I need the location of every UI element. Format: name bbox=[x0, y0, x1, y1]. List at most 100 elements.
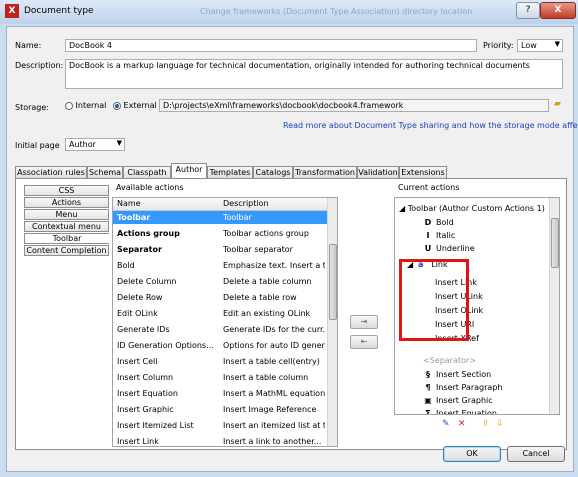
priority-value: Low bbox=[521, 41, 537, 50]
table-row[interactable]: Separator Toolbar separator bbox=[113, 243, 327, 256]
insert-icon: ▣ bbox=[424, 396, 432, 405]
row-name: Delete Column bbox=[117, 277, 177, 286]
folder-icon[interactable]: ▰ bbox=[554, 99, 561, 109]
tree-node-separator[interactable]: <Separator> bbox=[423, 354, 476, 367]
scrollbar-thumb[interactable] bbox=[551, 218, 559, 268]
edit-icon[interactable]: ✎ bbox=[442, 419, 450, 429]
tree-item[interactable]: I Italic bbox=[423, 229, 456, 242]
storage-external-label: External bbox=[123, 101, 157, 110]
tree-item[interactable]: Σ Insert Equation bbox=[423, 407, 497, 415]
tree-item[interactable]: ▣ Insert Graphic bbox=[423, 394, 493, 407]
window-title: Document type bbox=[24, 6, 94, 16]
side-item-menu[interactable]: Menu bbox=[24, 209, 109, 220]
row-description: Emphasize text. Insert a t... bbox=[223, 261, 325, 270]
storage-external-radio[interactable]: External bbox=[113, 101, 157, 110]
tree-item-label: Insert Section bbox=[436, 370, 492, 379]
tab-author[interactable]: Author bbox=[171, 163, 207, 178]
storage-path-field[interactable]: D:\projects\eXml\frameworks\docbook\docb… bbox=[159, 99, 549, 112]
radio-off-icon bbox=[65, 101, 73, 110]
row-name: Insert Cell bbox=[117, 357, 158, 366]
tab-schema[interactable]: Schema bbox=[87, 166, 123, 178]
tree-item[interactable]: § Insert Section bbox=[423, 368, 491, 381]
side-item-actions[interactable]: Actions bbox=[24, 197, 109, 208]
row-name: Generate IDs bbox=[117, 325, 170, 334]
table-row[interactable]: Insert Cell Insert a table cell(entry) bbox=[113, 355, 327, 368]
side-item-toolbar[interactable]: Toolbar bbox=[24, 233, 109, 244]
table-row[interactable]: Actions group Toolbar actions group bbox=[113, 227, 327, 240]
remove-action-button[interactable]: ⇤ bbox=[350, 335, 378, 349]
tab-transformation[interactable]: Transformation bbox=[293, 166, 357, 178]
table-row[interactable]: ID Generation Options... Options for auto… bbox=[113, 339, 327, 352]
table-row[interactable]: Generate IDs Generate IDs for the curr... bbox=[113, 323, 327, 336]
tree-item-label: Bold bbox=[436, 218, 454, 227]
tab-extensions[interactable]: Extensions bbox=[399, 166, 447, 178]
storage-internal-radio[interactable]: Internal bbox=[65, 101, 106, 110]
tree-node-toolbar[interactable]: ◢ Toolbar (Author Custom Actions 1) bbox=[399, 202, 545, 215]
side-item-contextual-menu[interactable]: Contextual menu bbox=[24, 221, 109, 232]
insert-icon: Σ bbox=[425, 409, 431, 415]
format-icon: D bbox=[424, 218, 432, 227]
available-actions-table[interactable]: Name Description Toolbar Toolbar Actions g… bbox=[112, 197, 338, 447]
available-scrollbar[interactable] bbox=[327, 198, 337, 446]
cancel-button[interactable]: Cancel bbox=[507, 446, 565, 462]
close-button[interactable]: X bbox=[540, 2, 576, 19]
row-description: Insert a link to another... bbox=[223, 437, 322, 446]
scrollbar-thumb[interactable] bbox=[329, 244, 337, 320]
row-description: Delete a table column bbox=[223, 277, 312, 286]
row-name: Edit OLink bbox=[117, 309, 158, 318]
table-row[interactable]: Delete Row Delete a table row bbox=[113, 291, 327, 304]
tree-item-label: Italic bbox=[436, 231, 456, 240]
help-button[interactable]: ? bbox=[516, 2, 540, 19]
delete-icon[interactable]: ✕ bbox=[458, 419, 466, 429]
tree-item[interactable]: D Bold bbox=[423, 216, 454, 229]
tab-catalogs[interactable]: Catalogs bbox=[253, 166, 293, 178]
column-header-name[interactable]: Name bbox=[117, 199, 141, 208]
move-down-icon[interactable]: ⇩ bbox=[496, 419, 504, 429]
background-window-title: Change frameworks (Document Type Associa… bbox=[200, 7, 473, 16]
table-row[interactable]: Insert Graphic Insert Image Reference bbox=[113, 403, 327, 416]
table-row[interactable]: Insert Link Insert a link to another... bbox=[113, 435, 327, 446]
side-item-css[interactable]: CSS bbox=[24, 185, 109, 196]
tab-validation[interactable]: Validation bbox=[357, 166, 399, 178]
table-row[interactable]: Insert Column Insert a table column bbox=[113, 371, 327, 384]
tree-item[interactable]: ¶ Insert Paragraph bbox=[423, 381, 502, 394]
chevron-down-icon: ▼ bbox=[116, 139, 122, 147]
tab-classpath[interactable]: Classpath bbox=[123, 166, 171, 178]
collapse-icon[interactable]: ◢ bbox=[399, 204, 405, 213]
highlight-box bbox=[399, 259, 469, 341]
ok-button[interactable]: OK bbox=[443, 446, 501, 462]
tree-item-label: Underline bbox=[436, 244, 475, 253]
format-icon: U bbox=[424, 244, 432, 253]
initial-page-label: Initial page bbox=[15, 141, 60, 150]
column-header-description[interactable]: Description bbox=[223, 199, 269, 208]
add-action-button[interactable]: ⇥ bbox=[350, 315, 378, 329]
document-type-dialog: X Document type Change frameworks (Docum… bbox=[0, 0, 578, 477]
storage-label: Storage: bbox=[15, 103, 49, 112]
row-name: Insert Column bbox=[117, 373, 174, 382]
row-description: Insert Image Reference bbox=[223, 405, 317, 414]
table-row[interactable]: Insert Equation Insert a MathML equation bbox=[113, 387, 327, 400]
tree-item[interactable]: U Underline bbox=[423, 242, 475, 255]
side-item-content-completion[interactable]: Content Completion bbox=[24, 245, 109, 256]
current-scrollbar[interactable] bbox=[549, 198, 559, 414]
table-row[interactable]: Delete Column Delete a table column bbox=[113, 275, 327, 288]
tab-templates[interactable]: Templates bbox=[207, 166, 253, 178]
tree-item-label: Insert Graphic bbox=[436, 396, 493, 405]
row-name: Bold bbox=[117, 261, 135, 270]
priority-select[interactable]: Low ▼ bbox=[517, 39, 563, 52]
table-row[interactable]: Edit OLink Edit an existing OLink bbox=[113, 307, 327, 320]
tab-association-rules[interactable]: Association rules bbox=[15, 166, 87, 178]
table-row[interactable]: Insert Itemized List Insert an itemized l… bbox=[113, 419, 327, 432]
table-row[interactable]: Toolbar Toolbar bbox=[113, 211, 327, 224]
description-field[interactable]: DocBook is a markup language for technic… bbox=[65, 59, 563, 89]
app-icon: X bbox=[5, 4, 19, 18]
move-up-icon[interactable]: ⇧ bbox=[482, 419, 490, 429]
row-name: Separator bbox=[117, 245, 162, 254]
row-name: Delete Row bbox=[117, 293, 163, 302]
initial-page-select[interactable]: Author ▼ bbox=[65, 138, 125, 151]
current-actions-label: Current actions bbox=[398, 183, 460, 192]
read-more-link[interactable]: Read more about Document Type sharing an… bbox=[283, 121, 578, 130]
name-field[interactable]: DocBook 4 bbox=[65, 39, 477, 52]
table-row[interactable]: Bold Emphasize text. Insert a t... bbox=[113, 259, 327, 272]
available-actions-label: Available actions bbox=[116, 183, 184, 192]
